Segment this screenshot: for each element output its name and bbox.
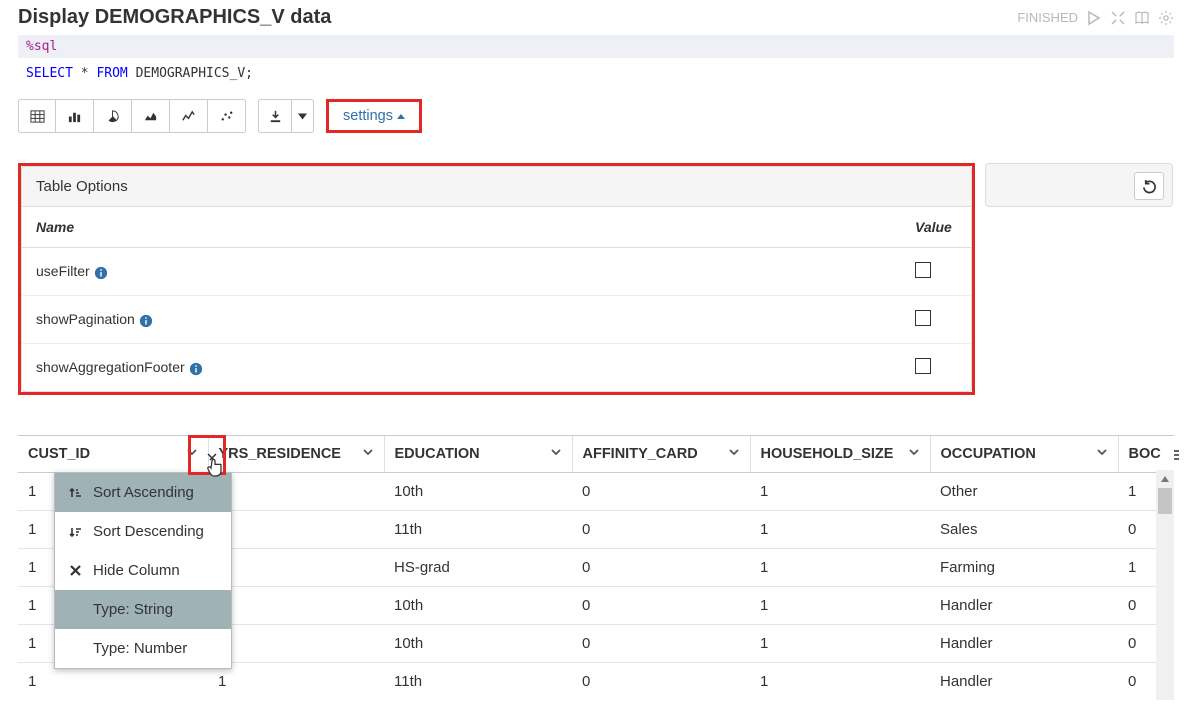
- cell-yrs: 1: [208, 587, 384, 625]
- pie-chart-button[interactable]: [94, 99, 132, 133]
- caret-up-icon: [397, 114, 405, 119]
- cell-occ: Handler: [930, 663, 1118, 701]
- chevron-down-icon[interactable]: [362, 446, 374, 462]
- col-header-boc[interactable]: BOC: [1118, 436, 1174, 473]
- sort-asc-icon: [67, 486, 83, 500]
- code-editor[interactable]: %sql SELECT * FROM DEMOGRAPHICS_V;: [18, 35, 1174, 81]
- download-button-group: [258, 99, 314, 133]
- scroll-up-icon[interactable]: [1156, 470, 1174, 488]
- table-options-header: Table Options: [22, 167, 971, 207]
- cell-aff: 0: [572, 511, 750, 549]
- col-header-occ[interactable]: OCCUPATION: [930, 436, 1118, 473]
- cell-hh: 1: [750, 587, 930, 625]
- cell-occ: Handler: [930, 587, 1118, 625]
- code-sql-line: SELECT * FROM DEMOGRAPHICS_V;: [18, 58, 1174, 81]
- col-header-custid[interactable]: CUST_ID: [18, 436, 208, 473]
- book-icon[interactable]: [1134, 10, 1150, 26]
- right-panel: [985, 163, 1173, 207]
- collapse-icon[interactable]: [1110, 10, 1126, 26]
- viz-button-group: [18, 99, 246, 133]
- scrollbar-vertical[interactable]: [1156, 470, 1174, 700]
- scatter-chart-button[interactable]: [208, 99, 246, 133]
- cell-occ: Other: [930, 473, 1118, 511]
- info-icon[interactable]: [139, 314, 153, 328]
- cell-yrs: 1: [208, 625, 384, 663]
- cell-yrs: 1: [208, 549, 384, 587]
- cell-occ: Sales: [930, 511, 1118, 549]
- cell-edu: 11th: [384, 511, 572, 549]
- paragraph-title: Display DEMOGRAPHICS_V data: [18, 6, 331, 29]
- code-magic-line: %sql: [18, 35, 1174, 58]
- menu-sort-desc[interactable]: Sort Descending: [55, 512, 231, 551]
- area-chart-button[interactable]: [132, 99, 170, 133]
- cell-edu: 10th: [384, 625, 572, 663]
- cell-edu: 10th: [384, 473, 572, 511]
- paragraph-actions: FINISHED: [1017, 10, 1174, 26]
- column-context-menu: Sort Ascending Sort Descending Hide Colu…: [54, 472, 232, 669]
- option-usefilter-label: useFilter: [36, 263, 90, 279]
- cell-edu: 11th: [384, 663, 572, 701]
- table-options-panel: Table Options Name Value useFilter: [21, 166, 972, 392]
- menu-type-number[interactable]: Type: Number: [55, 629, 231, 668]
- run-icon[interactable]: [1086, 10, 1102, 26]
- cell-hh: 1: [750, 663, 930, 701]
- col-header-aff[interactable]: AFFINITY_CARD: [572, 436, 750, 473]
- option-showpagination-checkbox[interactable]: [915, 310, 931, 326]
- reset-button[interactable]: [1134, 172, 1164, 200]
- sort-desc-icon: [67, 525, 83, 539]
- cell-yrs: 1: [208, 473, 384, 511]
- cell-aff: 0: [572, 663, 750, 701]
- cell-edu: 10th: [384, 587, 572, 625]
- close-icon: [67, 564, 83, 577]
- info-icon[interactable]: [94, 266, 108, 280]
- cell-hh: 1: [750, 511, 930, 549]
- col-header-edu[interactable]: EDUCATION: [384, 436, 572, 473]
- menu-hide-column[interactable]: Hide Column: [55, 551, 231, 590]
- settings-toggle[interactable]: settings: [331, 102, 417, 130]
- cell-yrs: 1: [208, 663, 384, 701]
- download-button[interactable]: [258, 99, 292, 133]
- cell-aff: 0: [572, 473, 750, 511]
- menu-sort-asc[interactable]: Sort Ascending: [55, 473, 231, 512]
- menu-type-string[interactable]: Type: String: [55, 590, 231, 629]
- option-showaggfooter-checkbox[interactable]: [915, 358, 931, 374]
- info-icon[interactable]: [189, 362, 203, 376]
- gear-icon[interactable]: [1158, 10, 1174, 26]
- scrollbar-thumb[interactable]: [1158, 488, 1172, 514]
- cell-hh: 1: [750, 549, 930, 587]
- cell-occ: Handler: [930, 625, 1118, 663]
- download-dropdown-button[interactable]: [292, 99, 314, 133]
- chevron-down-icon[interactable]: [186, 446, 198, 462]
- cell-aff: 0: [572, 625, 750, 663]
- option-showaggfooter-label: showAggregationFooter: [36, 359, 185, 375]
- table-view-button[interactable]: [18, 99, 56, 133]
- chevron-down-icon[interactable]: [1096, 446, 1108, 462]
- col-header-yrs[interactable]: YRS_RESIDENCE: [208, 436, 384, 473]
- cell-yrs: 1: [208, 511, 384, 549]
- line-chart-button[interactable]: [170, 99, 208, 133]
- col-header-hh[interactable]: HOUSEHOLD_SIZE: [750, 436, 930, 473]
- cell-edu: HS-grad: [384, 549, 572, 587]
- options-name-header: Name: [22, 207, 901, 248]
- bar-chart-button[interactable]: [56, 99, 94, 133]
- options-value-header: Value: [901, 207, 971, 248]
- chevron-down-icon[interactable]: [908, 446, 920, 462]
- cell-aff: 0: [572, 587, 750, 625]
- cell-hh: 1: [750, 473, 930, 511]
- chevron-down-icon[interactable]: [728, 446, 740, 462]
- status-label: FINISHED: [1017, 10, 1078, 25]
- cell-occ: Farming: [930, 549, 1118, 587]
- cell-aff: 0: [572, 549, 750, 587]
- cell-hh: 1: [750, 625, 930, 663]
- option-showpagination-label: showPagination: [36, 311, 135, 327]
- option-usefilter-checkbox[interactable]: [915, 262, 931, 278]
- chevron-down-icon[interactable]: [550, 446, 562, 462]
